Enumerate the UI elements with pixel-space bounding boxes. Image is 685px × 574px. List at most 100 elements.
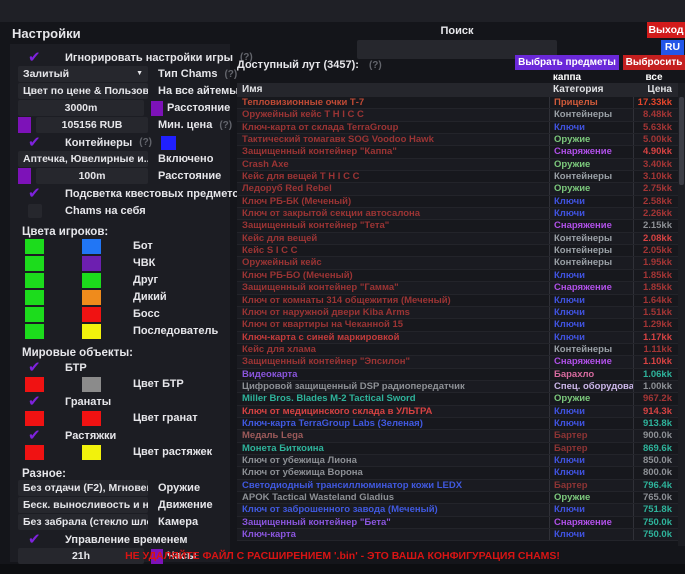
dropdown-value: Залитый xyxy=(23,66,69,82)
checkbox[interactable] xyxy=(28,361,42,375)
color-swatch[interactable] xyxy=(18,117,31,133)
color-swatch[interactable] xyxy=(25,307,44,322)
loot-row[interactable]: Ключ-карта с синей маркировкойКлючи1.17k… xyxy=(237,332,678,344)
color-swatch[interactable] xyxy=(25,411,44,426)
checkbox[interactable] xyxy=(28,51,42,65)
footer-warning: НЕ УДАЛЯЙТЕ ФАЙЛ С РАСШИРЕНИЕМ '.bin' - … xyxy=(0,550,685,562)
exit-button[interactable]: Выход xyxy=(647,22,685,38)
color-swatch[interactable] xyxy=(82,256,101,271)
dropdown[interactable]: Беск. выносливость и нет уста▼ xyxy=(18,497,148,513)
loot-row[interactable]: Ключ от убежища ЛионаКлючи850.0k xyxy=(237,455,678,467)
loot-row[interactable]: Ключ-картаКлючи750.0k xyxy=(237,529,678,541)
loot-row[interactable]: Тепловизионные очки Т-7Прицелы17.33kk xyxy=(237,97,678,109)
color-swatch[interactable] xyxy=(161,136,176,150)
select-kappa-items-button[interactable]: Выбрать предметы каппа xyxy=(515,55,619,70)
loot-row[interactable]: Монета БиткоинаБартер869.6k xyxy=(237,443,678,455)
checkbox-label: Контейнеры xyxy=(65,137,132,149)
loot-row[interactable]: Тактический томагавк SOG Voodoo HawkОруж… xyxy=(237,134,678,146)
loot-item-price: 1.95kk xyxy=(633,257,678,268)
setting-label: На все айтемы xyxy=(158,83,239,99)
loot-row[interactable]: Ключ от заброшенного завода (Меченый)Клю… xyxy=(237,504,678,516)
loot-row[interactable]: Ключ-карта TerraGroup Labs (Зеленая)Ключ… xyxy=(237,418,678,430)
text-input[interactable]: 3000m xyxy=(18,100,144,116)
settings-row: 3000mРасстояние xyxy=(10,100,230,117)
color-swatch[interactable] xyxy=(82,273,101,288)
loot-row[interactable]: Crash AxeОружие3.40kk xyxy=(237,159,678,171)
loot-row[interactable]: Защищенный контейнер "Гамма"Снаряжение1.… xyxy=(237,282,678,294)
loot-row[interactable]: Кейс для вещейКонтейнеры2.08kk xyxy=(237,233,678,245)
color-swatch[interactable] xyxy=(82,307,101,322)
scrollbar-thumb[interactable] xyxy=(679,97,684,185)
help-icon: (?) xyxy=(224,69,237,80)
loot-row[interactable]: Кейс для вещей T H I C CКонтейнеры3.10kk xyxy=(237,171,678,183)
loot-row[interactable]: Оружейный кейсКонтейнеры1.95kk xyxy=(237,257,678,269)
dropdown[interactable]: Без забрала (стекло шлема)▼ xyxy=(18,514,148,530)
loot-row[interactable]: Miller Bros. Blades M-2 Tactical SwordОр… xyxy=(237,393,678,405)
language-button[interactable]: RU xyxy=(661,40,684,55)
loot-row[interactable]: Цифровой защищенный DSP радиопередатчикС… xyxy=(237,381,678,393)
loot-row[interactable]: Ключ РБ-БК (Меченый)Ключи2.58kk xyxy=(237,196,678,208)
color-swatch[interactable] xyxy=(82,324,101,339)
loot-item-price: 2.15kk xyxy=(633,220,678,231)
color-swatch[interactable] xyxy=(151,101,163,116)
color-swatch[interactable] xyxy=(25,290,44,305)
color-swatch[interactable] xyxy=(82,377,101,392)
loot-row[interactable]: Ледоруб Red RebelОружие2.75kk xyxy=(237,183,678,195)
loot-row[interactable]: Защищенный контейнер "Эпсилон"Снаряжение… xyxy=(237,356,678,368)
loot-row[interactable]: APOK Tactical Wasteland GladiusОружие765… xyxy=(237,492,678,504)
loot-row[interactable]: Кейс для хламаКонтейнеры1.11kk xyxy=(237,344,678,356)
dropdown[interactable]: Без отдачи (F2), Мгновенное п▼ xyxy=(18,480,148,496)
loot-row[interactable]: Оружейный кейс T H I C CКонтейнеры8.48kk xyxy=(237,109,678,121)
loot-row[interactable]: Ключ от медицинского склада в УЛЬТРАКлюч… xyxy=(237,406,678,418)
setting-label-text: Тип Chams xyxy=(158,68,217,80)
loot-row[interactable]: Ключ-карта от склада TerraGroupКлючи5.63… xyxy=(237,122,678,134)
loot-item-price: 750.0k xyxy=(633,529,678,540)
color-swatch[interactable] xyxy=(82,411,101,426)
loot-row[interactable]: Ключ РБ-БО (Меченый)Ключи1.85kk xyxy=(237,270,678,282)
checkbox[interactable] xyxy=(28,429,42,443)
color-swatch[interactable] xyxy=(25,445,44,460)
loot-row[interactable]: Ключ от закрытой секции автосалонаКлючи2… xyxy=(237,208,678,220)
bottom-bar xyxy=(0,564,685,574)
loot-row[interactable]: Защищенный контейнер "Бета"Снаряжение750… xyxy=(237,517,678,529)
loot-row[interactable]: Ключ от комнаты 314 общежития (Меченый)К… xyxy=(237,295,678,307)
loot-item-category: Прицелы xyxy=(549,97,633,108)
checkbox[interactable] xyxy=(28,136,42,150)
text-input[interactable]: 100m xyxy=(36,168,148,184)
loot-row[interactable]: Ключ от наружной двери Kiba ArmsКлючи1.5… xyxy=(237,307,678,319)
color-swatch[interactable] xyxy=(82,290,101,305)
text-input[interactable]: 105156 RUB xyxy=(36,117,148,133)
table-scrollbar[interactable] xyxy=(678,83,685,546)
loot-row[interactable]: Защищенный контейнер "Тета"Снаряжение2.1… xyxy=(237,220,678,232)
loot-row[interactable]: ВидеокартаБарахло1.06kk xyxy=(237,369,678,381)
loot-row[interactable]: Светодиодный трансиллюминатор кожи LEDXБ… xyxy=(237,480,678,492)
color-swatch[interactable] xyxy=(18,168,31,184)
settings-row: Без забрала (стекло шлема)▼Камера xyxy=(10,514,230,531)
loot-row[interactable]: Медаль LegaБартер900.0k xyxy=(237,430,678,442)
checkbox[interactable] xyxy=(28,533,42,547)
loot-item-name: Ключ от убежища Лиона xyxy=(237,455,549,466)
dropdown[interactable]: Аптечка, Ювелирные и...▼ xyxy=(18,151,148,167)
loot-row[interactable]: Ключ от убежища ВоронаКлючи800.0k xyxy=(237,467,678,479)
column-header-price[interactable]: Цена xyxy=(633,83,678,97)
checkbox[interactable] xyxy=(28,187,42,201)
checkbox[interactable] xyxy=(28,395,42,409)
color-swatch[interactable] xyxy=(82,239,101,254)
color-swatch[interactable] xyxy=(25,273,44,288)
dropdown[interactable]: Цвет по цене & Пользователь▼ xyxy=(18,83,148,99)
color-swatch[interactable] xyxy=(82,445,101,460)
loot-row[interactable]: Кейс S I C CКонтейнеры2.05kk xyxy=(237,245,678,257)
checkbox[interactable] xyxy=(28,204,42,218)
column-header-name[interactable]: Имя xyxy=(237,83,549,97)
setting-label-text: Мин. цена xyxy=(158,119,212,131)
drop-all-button[interactable]: Выбросить все xyxy=(623,55,685,70)
loot-item-name: Защищенный контейнер "Тета" xyxy=(237,220,549,231)
color-swatch[interactable] xyxy=(25,377,44,392)
dropdown[interactable]: Залитый▼ xyxy=(18,66,148,82)
color-swatch[interactable] xyxy=(25,324,44,339)
loot-row[interactable]: Защищенный контейнер "Каппа"Снаряжение4.… xyxy=(237,146,678,158)
color-swatch[interactable] xyxy=(25,239,44,254)
loot-row[interactable]: Ключ от квартиры на Чеканной 15Ключи1.29… xyxy=(237,319,678,331)
column-header-category[interactable]: Категория xyxy=(549,83,633,97)
color-swatch[interactable] xyxy=(25,256,44,271)
